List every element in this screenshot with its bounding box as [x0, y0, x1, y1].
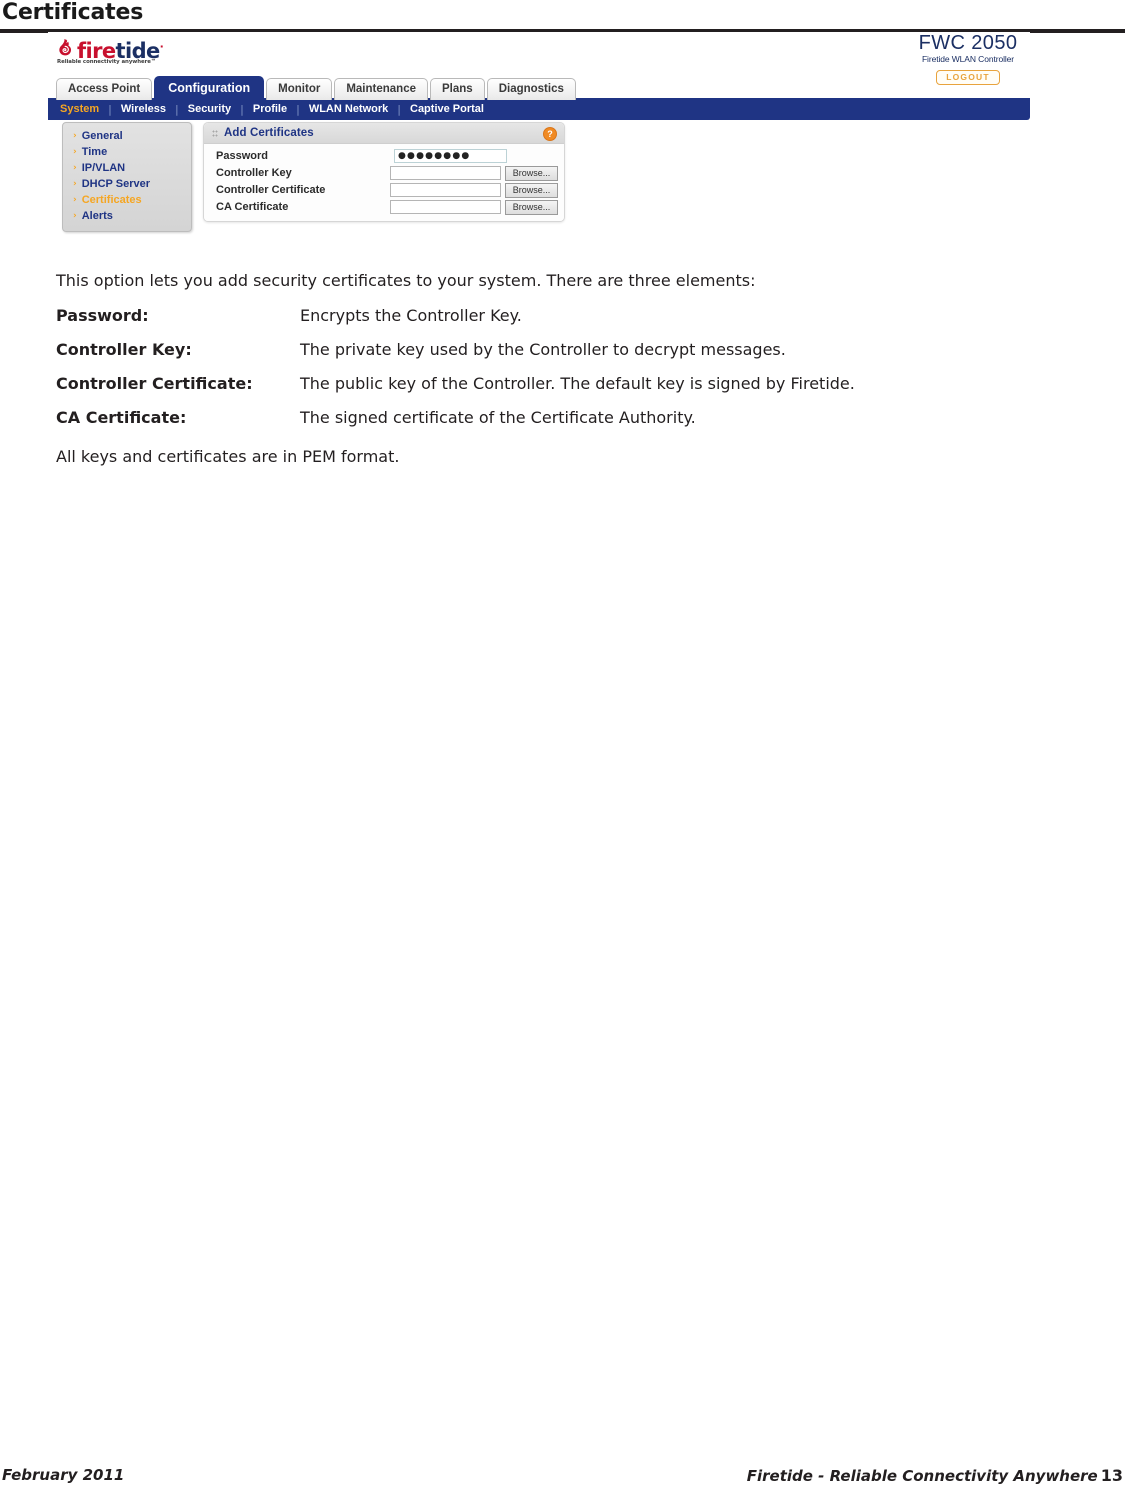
browse-button-ca-certificate[interactable]: Browse...	[505, 199, 558, 215]
flame-icon	[56, 38, 75, 57]
definition-term: CA Certificate:	[56, 408, 187, 427]
chevron-right-icon: ›	[73, 163, 77, 173]
drag-handle-icon[interactable]	[212, 128, 218, 138]
sidebar-panel: › General › Time › IP/VLAN › DHCP Server…	[62, 122, 192, 232]
tab-maintenance[interactable]: Maintenance	[334, 78, 428, 100]
tab-configuration[interactable]: Configuration	[154, 76, 265, 100]
help-icon[interactable]: ?	[543, 127, 557, 141]
definition-description: The private key used by the Controller t…	[300, 340, 786, 359]
browse-button-controller-key[interactable]: Browse...	[505, 165, 558, 181]
sidebar-item-certificates[interactable]: › Certificates	[63, 192, 191, 208]
definition-row-controller-key: Controller Key: The private key used by …	[56, 339, 956, 360]
definition-description: The signed certificate of the Certificat…	[300, 408, 696, 427]
sidebar-item-label: General	[81, 130, 123, 142]
controller-certificate-input[interactable]	[390, 183, 502, 197]
footer-branding: Firetide - Reliable Connectivity Anywher…	[747, 1466, 1123, 1485]
field-label: Controller Certificate	[216, 184, 326, 196]
prose-block: This option lets you add security certif…	[56, 270, 956, 467]
tab-monitor[interactable]: Monitor	[266, 78, 333, 100]
intro-paragraph: This option lets you add security certif…	[56, 271, 756, 290]
definition-description: Encrypts the Controller Key.	[300, 306, 522, 325]
logout-button[interactable]: LOGOUT	[936, 70, 1000, 85]
page-number: 13	[1100, 1466, 1123, 1485]
sidebar-item-ip-vlan[interactable]: › IP/VLAN	[63, 160, 191, 176]
sidebar-item-dhcp-server[interactable]: › DHCP Server	[63, 176, 191, 192]
sidebar-item-general[interactable]: › General	[63, 128, 191, 144]
subnav-item-captive-portal[interactable]: Captive Portal	[401, 103, 493, 115]
sidebar-item-label: Certificates	[81, 194, 142, 206]
definition-row-password: Password: Encrypts the Controller Key.	[56, 305, 956, 326]
browse-button-controller-certificate[interactable]: Browse...	[505, 182, 558, 198]
tab-plans[interactable]: Plans	[430, 78, 485, 100]
embedded-ui-screenshot: firetide· Reliable connectivity anywhere…	[48, 32, 1030, 240]
definition-term: Password:	[56, 306, 149, 325]
sidebar-item-label: IP/VLAN	[81, 162, 126, 174]
subnav-item-system[interactable]: System	[60, 103, 108, 115]
field-label: CA Certificate	[216, 201, 289, 213]
panel-body: Password ●●●●●●●● Controller Key Browse.…	[204, 144, 564, 221]
sidebar-item-label: Time	[81, 146, 108, 158]
controller-key-input[interactable]	[390, 166, 502, 180]
sidebar-item-label: Alerts	[81, 210, 113, 222]
form-row-controller-key: Controller Key Browse...	[210, 165, 558, 181]
chevron-right-icon: ›	[73, 131, 77, 141]
sidebar-item-alerts[interactable]: › Alerts	[63, 208, 191, 224]
add-certificates-panel: Add Certificates ? Password ●●●●●●●● Con…	[203, 122, 565, 222]
definition-term: Controller Key:	[56, 340, 192, 359]
closing-paragraph: All keys and certificates are in PEM for…	[56, 447, 400, 466]
ca-certificate-input[interactable]	[390, 200, 502, 214]
definition-term: Controller Certificate:	[56, 374, 253, 393]
subnav-item-security[interactable]: Security	[179, 103, 240, 115]
chevron-right-icon: ›	[73, 195, 77, 205]
footer-tagline: Firetide - Reliable Connectivity Anywher…	[746, 1467, 1098, 1485]
ui-content-area: › General › Time › IP/VLAN › DHCP Server…	[48, 122, 1030, 240]
footer-date: February 2011	[2, 1466, 125, 1484]
chevron-right-icon: ›	[73, 179, 77, 189]
form-row-password: Password ●●●●●●●●	[210, 148, 558, 164]
product-name: FWC 2050	[918, 32, 1018, 54]
page-heading: Certificates	[0, 0, 1125, 33]
subnav-bar: System | Wireless | Security | Profile |…	[48, 98, 1030, 120]
field-label: Controller Key	[216, 167, 292, 179]
form-row-ca-certificate: CA Certificate Browse...	[210, 199, 558, 215]
subnav-item-profile[interactable]: Profile	[244, 103, 296, 115]
subnav-item-wireless[interactable]: Wireless	[112, 103, 175, 115]
subnav-item-wlan-network[interactable]: WLAN Network	[300, 103, 397, 115]
page-footer: February 2011 Firetide - Reliable Connec…	[0, 1466, 1125, 1488]
field-label: Password	[216, 150, 268, 162]
product-subtitle: Firetide WLAN Controller	[921, 54, 1015, 64]
definition-row-controller-certificate: Controller Certificate: The public key o…	[56, 373, 956, 394]
definition-row-ca-certificate: CA Certificate: The signed certificate o…	[56, 407, 956, 428]
panel-title: Add Certificates	[224, 127, 314, 139]
password-input[interactable]: ●●●●●●●●	[394, 149, 507, 163]
chevron-right-icon: ›	[73, 211, 77, 221]
chevron-right-icon: ›	[73, 147, 77, 157]
product-badge: FWC 2050 Firetide WLAN Controller LOGOUT	[912, 33, 1024, 85]
sidebar-item-time[interactable]: › Time	[63, 144, 191, 160]
logo-trademark: ·	[159, 40, 164, 53]
panel-header: Add Certificates ?	[204, 123, 564, 144]
tab-access-point[interactable]: Access Point	[56, 78, 153, 100]
ui-topbar: firetide· Reliable connectivity anywhere…	[48, 32, 1030, 120]
page-title: Certificates	[2, 0, 144, 25]
logo-tagline: Reliable connectivity anywhere™	[57, 59, 157, 65]
definition-description: The public key of the Controller. The de…	[300, 374, 855, 393]
tab-diagnostics[interactable]: Diagnostics	[486, 78, 576, 100]
main-tab-row: Access Point Configuration Monitor Maint…	[56, 76, 576, 100]
sidebar-item-label: DHCP Server	[81, 178, 150, 190]
form-row-controller-certificate: Controller Certificate Browse...	[210, 182, 558, 198]
firetide-logo: firetide· Reliable connectivity anywhere…	[56, 36, 216, 78]
